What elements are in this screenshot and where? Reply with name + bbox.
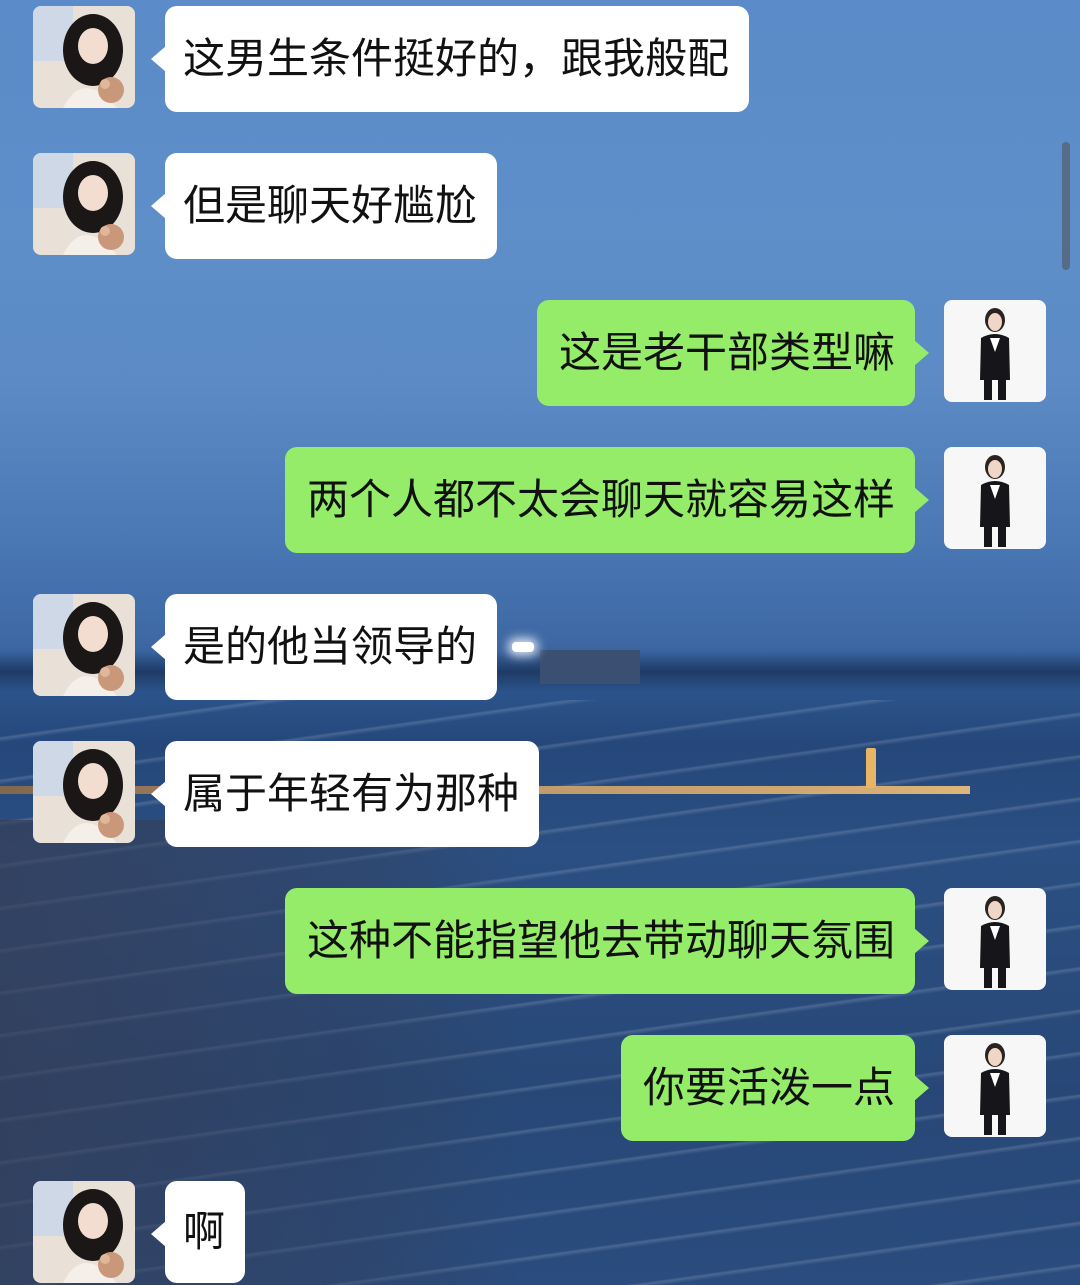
- sender-avatar-icon: [33, 741, 135, 843]
- sender-avatar-icon: [33, 153, 135, 255]
- message-bubble[interactable]: 属于年轻有为那种: [151, 741, 540, 847]
- sender-avatar[interactable]: [33, 153, 135, 255]
- self-avatar[interactable]: [944, 447, 1046, 549]
- message-bubble[interactable]: 是的他当领导的: [151, 594, 498, 700]
- message-bubble[interactable]: 两个人都不太会聊天就容易这样: [284, 447, 929, 553]
- message-text: 两个人都不太会聊天就容易这样: [306, 475, 895, 524]
- scrollbar[interactable]: [1062, 142, 1070, 270]
- bubble-tail: [914, 928, 929, 954]
- message-text: 这男生条件挺好的，跟我般配: [183, 34, 730, 83]
- message-bubble[interactable]: 这男生条件挺好的，跟我般配: [151, 6, 750, 112]
- self-avatar-icon: [944, 1035, 1046, 1137]
- bubble-tail: [914, 340, 929, 366]
- bubble-tail: [914, 487, 929, 513]
- self-avatar-icon: [944, 888, 1046, 990]
- bubble-tail: [151, 1221, 166, 1247]
- sender-avatar[interactable]: [33, 594, 135, 696]
- message-bubble[interactable]: 啊: [151, 1181, 246, 1283]
- bubble-tail: [914, 1075, 929, 1101]
- bubble-tail: [151, 46, 166, 72]
- sender-avatar[interactable]: [33, 1181, 135, 1283]
- bubble-tail: [151, 193, 166, 219]
- self-avatar[interactable]: [944, 888, 1046, 990]
- message-bubble[interactable]: 这是老干部类型嘛: [536, 300, 929, 406]
- message-text: 但是聊天好尴尬: [183, 181, 478, 230]
- sender-avatar-icon: [33, 6, 135, 108]
- message-text: 你要活泼一点: [642, 1063, 895, 1112]
- message-text: 这种不能指望他去带动聊天氛围: [306, 916, 895, 965]
- bubble-tail: [151, 634, 166, 660]
- self-avatar[interactable]: [944, 1035, 1046, 1137]
- background-lights: [512, 642, 534, 652]
- sender-avatar[interactable]: [33, 6, 135, 108]
- message-text: 这是老干部类型嘛: [558, 328, 895, 377]
- background-pier-light: [866, 748, 876, 788]
- message-bubble[interactable]: 这种不能指望他去带动聊天氛围: [284, 888, 929, 994]
- self-avatar-icon: [944, 447, 1046, 549]
- sender-avatar-icon: [33, 594, 135, 696]
- sender-avatar[interactable]: [33, 741, 135, 843]
- bubble-tail: [151, 781, 166, 807]
- message-bubble[interactable]: 你要活泼一点: [620, 1035, 929, 1141]
- message-bubble[interactable]: 但是聊天好尴尬: [151, 153, 498, 259]
- self-avatar[interactable]: [944, 300, 1046, 402]
- self-avatar-icon: [944, 300, 1046, 402]
- message-text: 是的他当领导的: [183, 622, 478, 671]
- message-text: 啊: [183, 1207, 226, 1256]
- background-buildings: [540, 650, 640, 684]
- sender-avatar-icon: [33, 1181, 135, 1283]
- message-text: 属于年轻有为那种: [183, 769, 520, 818]
